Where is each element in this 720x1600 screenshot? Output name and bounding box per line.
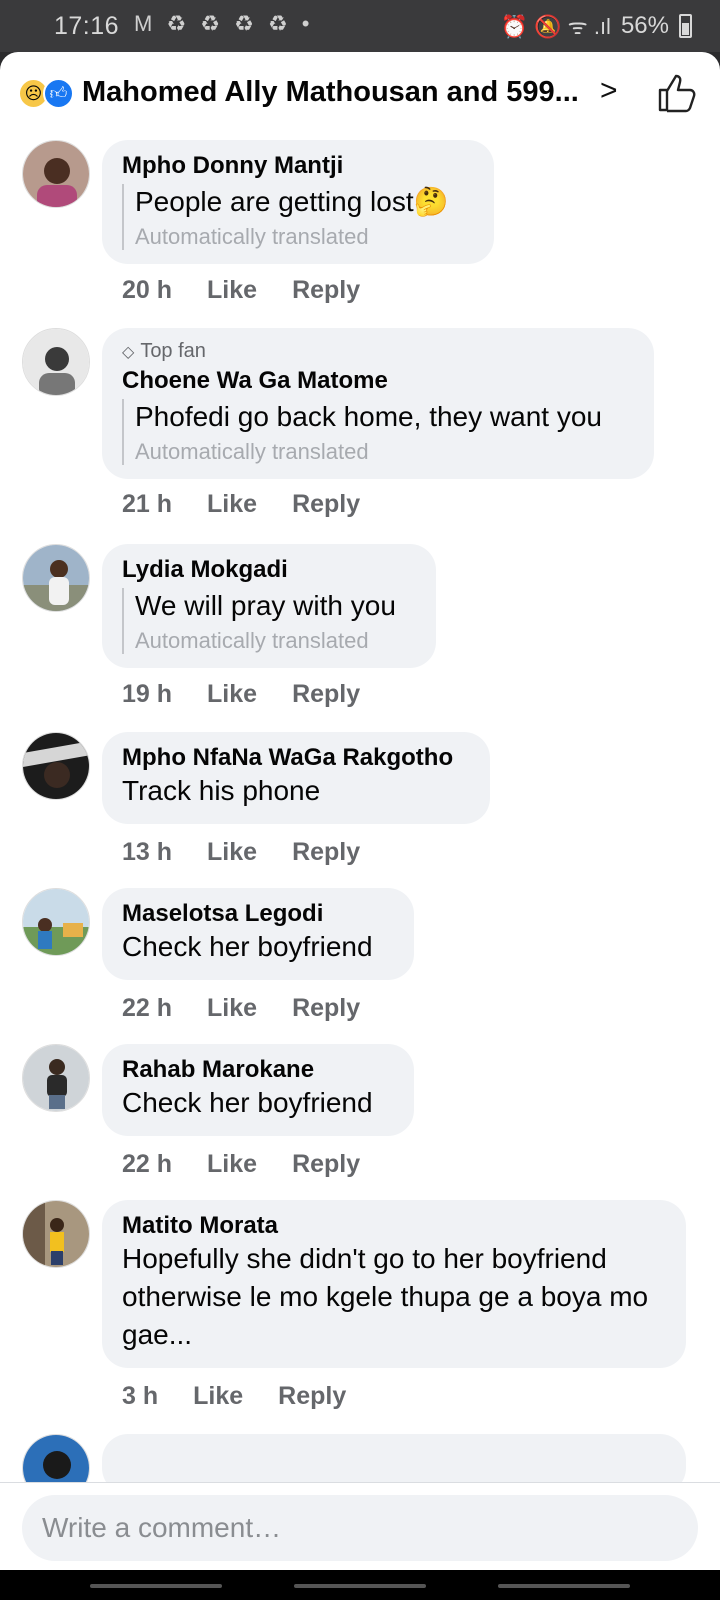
translated-block: Phofedi go back home, they want you Auto… [122,399,634,465]
avatar[interactable] [22,544,90,612]
avatar[interactable] [22,732,90,800]
comment-bubble[interactable]: Maselotsa Legodi Check her boyfriend [102,888,414,980]
reply-button[interactable]: Reply [292,680,360,709]
comment-time: 3 h [122,1382,159,1410]
notification-icons: M ♻ ♻ ♻ ♻ • [134,11,314,36]
nav-recents-button[interactable] [90,1584,222,1588]
comment-bubble[interactable]: Lydia Mokgadi We will pray with you Auto… [102,544,436,668]
like-button[interactable]: Like [207,838,257,867]
status-bar: 17:16 M ♻ ♻ ♻ ♻ • ⏰ 🔕 ᯤ .ıl 56% [0,0,720,52]
comment-actions: 19 h Like Reply [122,680,395,709]
comment-text: Check her boyfriend [122,931,373,962]
comment-time: 19 h [122,680,173,708]
comment-time: 20 h [122,276,173,304]
comment-bubble[interactable]: Matito Morata Hopefully she didn't go to… [102,1200,686,1368]
reply-button[interactable]: Reply [292,1150,360,1179]
comment-time: 22 h [122,994,173,1022]
comment-text: Hopefully she didn't go to her boyfriend… [122,1243,649,1350]
avatar[interactable] [22,1200,90,1268]
alarm-mute-wifi-signal-icons: ⏰ 🔕 ᯤ .ıl [500,14,611,39]
avatar[interactable] [22,328,90,396]
comment-actions: 22 h Like Reply [122,994,395,1023]
comment-author[interactable]: Lydia Mokgadi [122,556,416,584]
nav-home-button[interactable] [294,1584,426,1588]
comment-actions: 20 h Like Reply [122,276,395,305]
auto-translated-label[interactable]: Automatically translated [135,224,474,250]
translated-block: We will pray with you Automatically tran… [122,588,416,654]
reactions-header[interactable]: ☹ 👍︎ Mahomed Ally Mathousan and 599... > [0,52,720,134]
comment-actions: 22 h Like Reply [122,1150,395,1179]
reply-button[interactable]: Reply [292,838,360,867]
comment-author[interactable]: Choene Wa Ga Matome [122,367,634,395]
translated-block: People are getting lost🤔 Automatically t… [122,184,474,250]
reaction-icons: ☹ 👍︎ [18,78,74,109]
system-icons: ⏰ 🔕 ᯤ .ıl 56% [501,11,692,41]
comment-author[interactable]: Maselotsa Legodi [122,900,394,928]
comment-time: 13 h [122,838,173,866]
avatar[interactable] [22,140,90,208]
comment-composer [0,1482,720,1570]
like-icon: 👍︎ [43,78,74,109]
comment-bubble[interactable]: ◇ Top fan Choene Wa Ga Matome Phofedi go … [102,328,654,479]
status-time: 17:16 [54,12,120,40]
comment-actions: 13 h Like Reply [122,838,395,867]
like-button[interactable]: Like [207,1150,257,1179]
comment-time: 21 h [122,490,173,518]
thumbs-up-outline-icon[interactable] [652,68,700,116]
comment-bubble[interactable]: Mpho Donny Mantji People are getting los… [102,140,494,264]
comment-text: People are getting lost🤔 [135,186,449,217]
chevron-right-icon[interactable]: > [600,74,618,108]
avatar[interactable] [22,1044,90,1112]
reply-button[interactable]: Reply [292,490,360,519]
battery-percentage: 56% [620,12,669,39]
auto-translated-label[interactable]: Automatically translated [135,439,634,465]
like-button[interactable]: Like [207,276,257,305]
like-button[interactable]: Like [207,680,257,709]
reactors-summary[interactable]: Mahomed Ally Mathousan and 599... [82,76,579,109]
battery-icon [679,14,692,38]
comment-bubble[interactable]: Rahab Marokane Check her boyfriend [102,1044,414,1136]
comment-actions: 21 h Like Reply [122,490,395,519]
comment-author[interactable]: Mpho Donny Mantji [122,152,474,180]
comment-bubble[interactable]: Mpho NfaNa WaGa Rakgotho Track his phone [102,732,490,824]
top-fan-label: Top fan [140,340,206,362]
comment-time: 22 h [122,1150,173,1178]
comment-input[interactable] [22,1495,698,1561]
like-button[interactable]: Like [193,1382,243,1411]
comments-sheet: ☹ 👍︎ Mahomed Ally Mathousan and 599... >… [0,52,720,1570]
navigation-bar [0,1570,720,1600]
nav-back-button[interactable] [498,1584,630,1588]
reply-button[interactable]: Reply [278,1382,346,1411]
diamond-icon: ◇ [122,344,135,361]
avatar[interactable] [22,888,90,956]
reply-button[interactable]: Reply [292,276,360,305]
comment-author[interactable]: Matito Morata [122,1212,666,1240]
reply-button[interactable]: Reply [292,994,360,1023]
comment-text: Check her boyfriend [122,1087,373,1118]
comment-text: Track his phone [122,775,321,806]
top-fan-badge: ◇ Top fan [122,340,634,363]
auto-translated-label[interactable]: Automatically translated [135,628,416,654]
comment-actions: 3 h Like Reply [122,1382,381,1411]
comment-author[interactable]: Rahab Marokane [122,1056,394,1084]
comment-text: We will pray with you [135,590,396,621]
like-button[interactable]: Like [207,994,257,1023]
comment-text: Phofedi go back home, they want you [135,401,602,432]
like-button[interactable]: Like [207,490,257,519]
comment-author[interactable]: Mpho NfaNa WaGa Rakgotho [122,744,470,772]
